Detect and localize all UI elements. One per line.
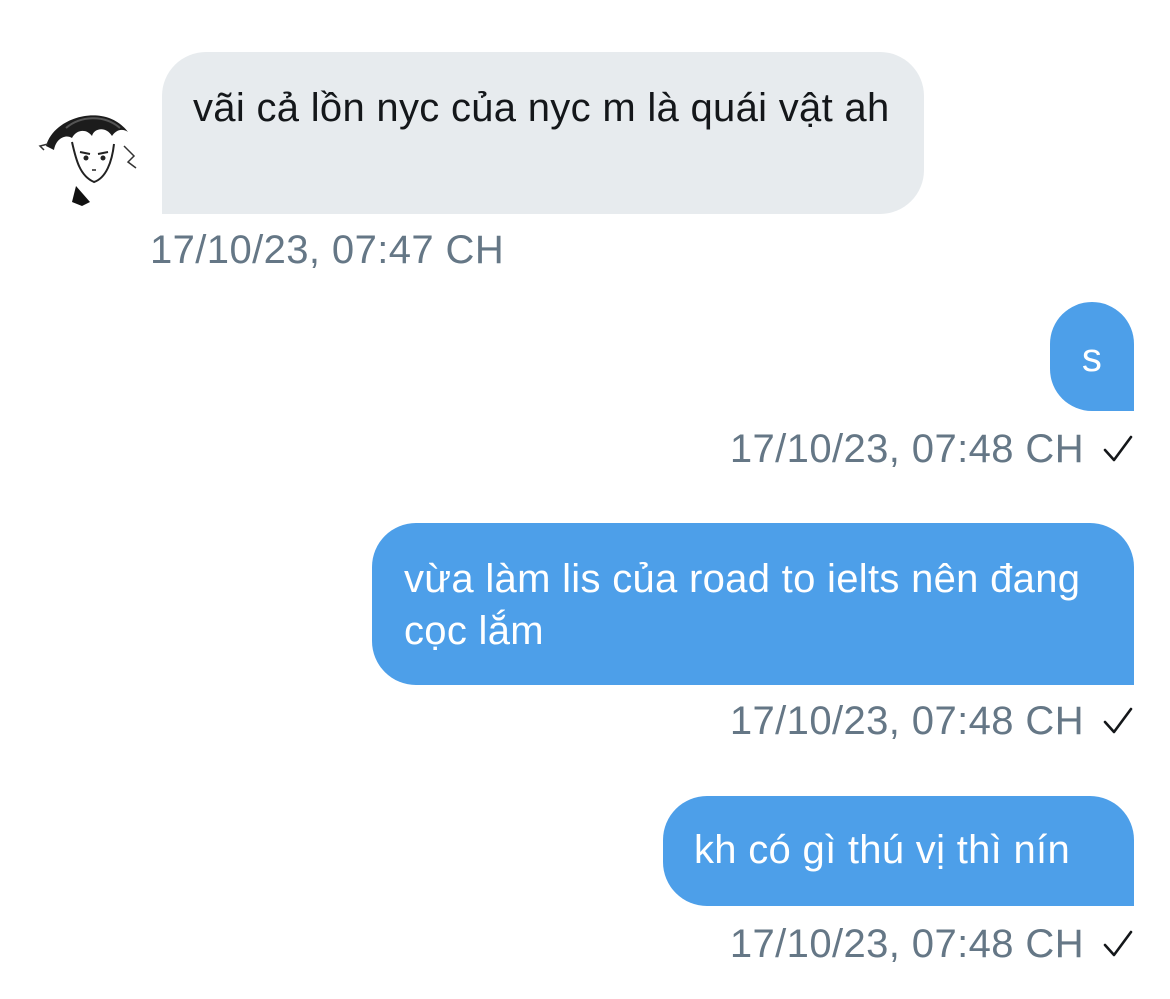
message-bubble-incoming[interactable]: vãi cả lồn nyc của nyc m là quái vật ah (162, 52, 924, 214)
message-text: s (1081, 336, 1103, 380)
message-timestamp: 17/10/23, 07:47 CH (150, 228, 505, 272)
checkmark-icon (1102, 706, 1134, 736)
message-text: kh có gì thú vị thì nín (694, 828, 1071, 872)
message-bubble-outgoing[interactable]: s (1050, 302, 1134, 411)
message-timestamp: 17/10/23, 07:48 CH (730, 920, 1134, 968)
message-timestamp: 17/10/23, 07:48 CH (730, 697, 1134, 745)
contact-avatar[interactable] (36, 106, 144, 214)
message-text: vãi cả lồn nyc của nyc m là quái vật ah (193, 86, 890, 130)
checkmark-icon (1102, 434, 1134, 464)
avatar-drawing-icon (36, 106, 144, 214)
message-text: vừa làm lis của road to ielts nên đang c… (404, 557, 1081, 653)
message-bubble-outgoing[interactable]: kh có gì thú vị thì nín (663, 796, 1134, 906)
message-timestamp: 17/10/23, 07:48 CH (730, 425, 1134, 473)
message-bubble-outgoing[interactable]: vừa làm lis của road to ielts nên đang c… (372, 523, 1134, 685)
checkmark-icon (1102, 929, 1134, 959)
